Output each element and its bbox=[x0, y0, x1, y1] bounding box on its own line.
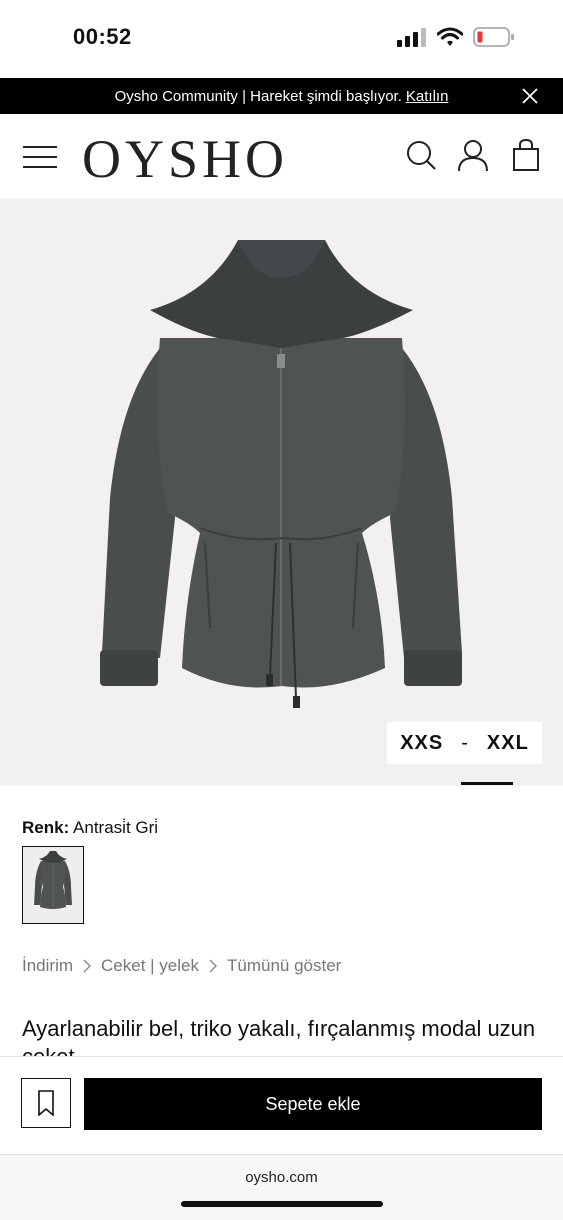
menu-icon[interactable] bbox=[22, 144, 58, 170]
status-time: 00:52 bbox=[73, 24, 132, 49]
banner-text: Oysho Community | Hareket şimdi başlıyor… bbox=[114, 87, 402, 105]
wifi-icon bbox=[437, 27, 463, 46]
account-icon[interactable] bbox=[457, 138, 489, 172]
brand-logo[interactable]: OYSHO bbox=[82, 128, 288, 190]
image-pager-indicator bbox=[461, 782, 513, 785]
breadcrumb-item[interactable]: Tümünü göster bbox=[227, 956, 341, 976]
bookmark-icon bbox=[38, 1090, 54, 1116]
jacket-thumbnail bbox=[34, 851, 72, 909]
battery-icon bbox=[473, 27, 514, 47]
browser-url-bar[interactable]: oysho.com bbox=[0, 1154, 563, 1220]
status-bar: 00:52 bbox=[0, 0, 563, 78]
chevron-right-icon bbox=[209, 959, 217, 973]
purchase-bar: Sepete ekle bbox=[0, 1056, 563, 1155]
product-image[interactable]: XXS - XXL bbox=[0, 198, 563, 786]
jacket-illustration bbox=[100, 240, 462, 708]
size-min: XXS bbox=[400, 731, 444, 754]
banner-join-link[interactable]: Katılın bbox=[406, 88, 449, 105]
promo-banner: Oysho Community | Hareket şimdi başlıyor… bbox=[0, 78, 563, 114]
color-swatch-thumbnail[interactable] bbox=[22, 846, 84, 924]
size-range-badge: XXS - XXL bbox=[387, 722, 542, 764]
site-header: OYSHO bbox=[0, 114, 563, 198]
color-row: Renk: Antrasi̇t Gri̇ bbox=[22, 818, 158, 838]
size-separator: - bbox=[461, 731, 469, 754]
signal-icon bbox=[397, 28, 426, 47]
color-label: Renk: bbox=[22, 818, 70, 837]
color-value: Antrasi̇t Gri̇ bbox=[73, 818, 159, 837]
bag-icon[interactable] bbox=[512, 138, 540, 172]
close-icon[interactable] bbox=[521, 87, 539, 105]
size-max: XXL bbox=[486, 731, 529, 754]
wishlist-button[interactable] bbox=[21, 1078, 71, 1128]
search-icon[interactable] bbox=[405, 138, 437, 172]
product-title: Ayarlanabilir bel, triko yakalı, fırçala… bbox=[22, 1016, 536, 1057]
url-text: oysho.com bbox=[245, 1169, 318, 1186]
breadcrumb-item[interactable]: Ceket | yelek bbox=[101, 956, 199, 976]
chevron-right-icon bbox=[83, 959, 92, 973]
home-indicator bbox=[181, 1201, 383, 1207]
add-to-cart-button[interactable]: Sepete ekle bbox=[84, 1078, 542, 1130]
status-icons bbox=[397, 26, 515, 48]
breadcrumb: İndirim Ceket | yelek Tümünü göster bbox=[22, 956, 341, 976]
breadcrumb-item[interactable]: İndirim bbox=[22, 956, 73, 976]
